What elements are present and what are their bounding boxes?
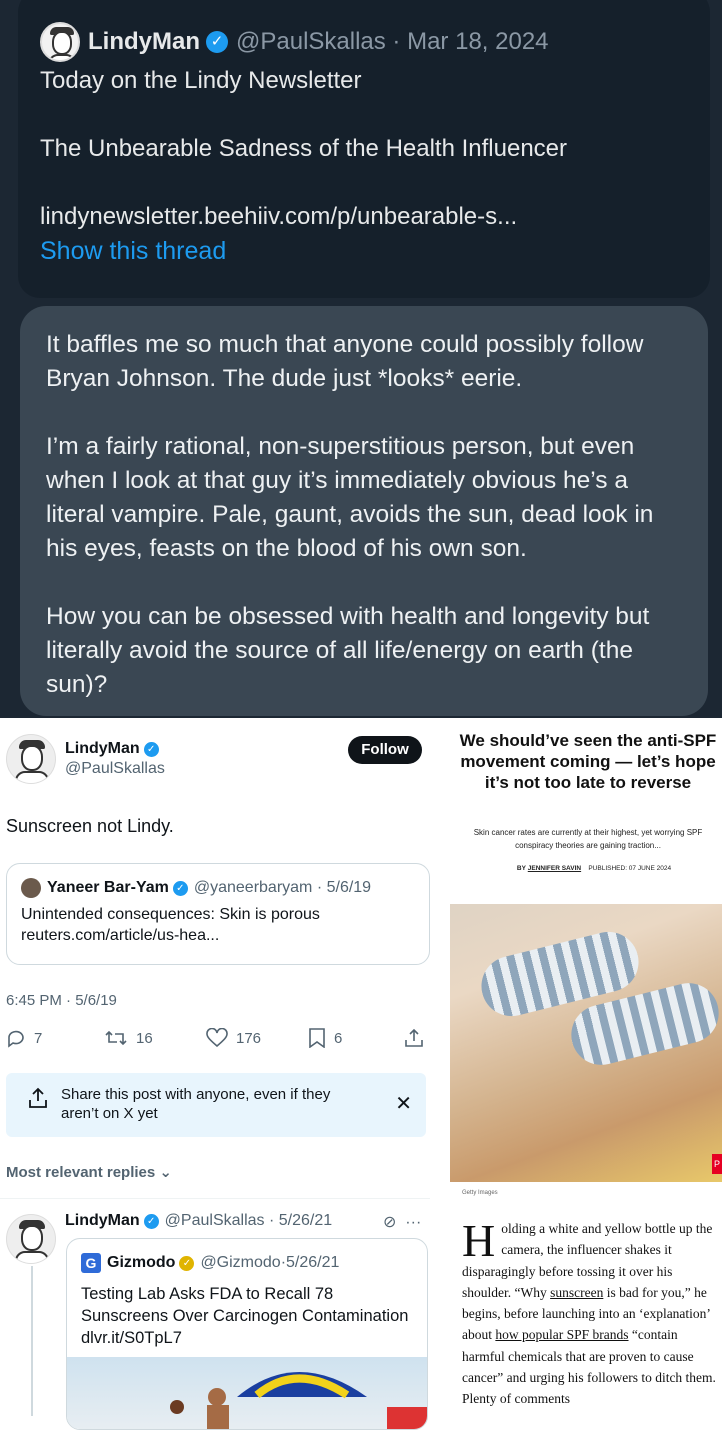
share-prompt-text: Share this post with anyone, even if the…	[61, 1086, 331, 1122]
beach-umbrella-image	[170, 1372, 427, 1429]
tweet-panel: LindyMan ✓ @PaulSkallas Follow Sunscreen …	[0, 718, 430, 1430]
bookmark-button[interactable]: 6	[308, 1028, 342, 1048]
tweet-header: LindyMan ✓ @PaulSkallas · Mar 18, 2024	[40, 20, 688, 64]
tweet-timestamp[interactable]: 6:45 PM · 5/6/19	[6, 992, 117, 1009]
author-link[interactable]: JENNIFER SAVIN	[528, 865, 581, 872]
quote-handle: @Gizmodo	[200, 1254, 281, 1271]
verified-badge-icon: ✓	[143, 742, 159, 757]
bookmark-icon	[309, 1028, 325, 1048]
author-name[interactable]: LindyMan	[88, 28, 200, 56]
published-date: PUBLISHED: 07 JUNE 2024	[588, 865, 672, 872]
author-handle[interactable]: @PaulSkallas	[236, 28, 386, 56]
quote-header: Yaneer Bar-Yam ✓ @yaneerbaryam · 5/6/19	[21, 878, 415, 898]
gizmodo-logo-icon: G	[81, 1253, 101, 1273]
verified-badge-icon: ✓	[143, 1214, 159, 1229]
article-photo: P	[450, 904, 722, 1182]
like-button[interactable]: 176	[206, 1028, 261, 1048]
avatar[interactable]	[6, 734, 56, 784]
quote-image[interactable]	[67, 1357, 427, 1429]
reply-handle[interactable]: @PaulSkallas	[165, 1212, 265, 1229]
dark-screenshot-panel: LindyMan ✓ @PaulSkallas · Mar 18, 2024 T…	[0, 0, 722, 718]
tweet-line: Today on the Lindy Newsletter	[40, 67, 362, 94]
quote-author-name: Yaneer Bar-Yam	[47, 879, 169, 896]
dot-separator: ·	[312, 879, 327, 896]
sunscreen-link[interactable]: sunscreen	[550, 1285, 603, 1300]
like-count: 176	[236, 1029, 262, 1047]
article-body: Holding a white and yellow bottle up the…	[462, 1218, 722, 1410]
retweet-icon	[105, 1030, 127, 1046]
reply-date[interactable]: 5/26/21	[279, 1212, 332, 1229]
verified-badge-icon: ✓	[179, 1255, 195, 1271]
byline-by: BY	[516, 865, 526, 872]
author-handle[interactable]: @PaulSkallas	[65, 760, 165, 778]
comment-paragraph: How you can be obsessed with health and …	[46, 603, 650, 698]
verified-badge-icon: ✓	[172, 880, 188, 896]
comment-paragraph: It baffles me so much that anyone could …	[46, 331, 644, 392]
pinterest-icon[interactable]: P	[712, 1154, 722, 1174]
tweet-link[interactable]: lindynewsletter.beehiiv.com/p/unbearable…	[40, 200, 688, 234]
reply-header: LindyMan ✓ @PaulSkallas · 5/26/21 ⊘ ···	[65, 1212, 421, 1231]
quote-handle: @yaneerbaryam	[193, 879, 313, 896]
thread-line	[31, 1266, 33, 1416]
retweet-count: 16	[136, 1029, 153, 1047]
article-panel: We should’ve seen the anti-SPF movement …	[430, 718, 722, 1429]
reply-count: 7	[34, 1029, 43, 1047]
quote-text: Testing Lab Asks FDA to Recall 78 Sunscr…	[81, 1285, 409, 1347]
photo-credit: Getty Images	[462, 1190, 498, 1196]
share-icon	[405, 1028, 423, 1047]
action-bar: 7 16 176 6	[6, 1028, 426, 1052]
more-icon[interactable]: ···	[405, 1214, 421, 1231]
avatar[interactable]	[6, 1214, 56, 1264]
verified-badge-icon: ✓	[206, 31, 228, 53]
divider	[0, 1198, 430, 1199]
quote-date: 5/26/21	[286, 1254, 340, 1271]
quote-author-name: Gizmodo	[107, 1254, 176, 1271]
spf-brands-link[interactable]: how popular SPF brands	[495, 1327, 628, 1342]
chevron-down-icon: ⌄	[159, 1164, 172, 1181]
drop-cap: H	[462, 1215, 496, 1266]
share-icon	[29, 1087, 47, 1108]
author-name[interactable]: LindyMan	[65, 740, 140, 757]
retweet-button[interactable]: 16	[104, 1028, 153, 1048]
quote-date: 5/6/19	[326, 879, 372, 896]
comment-bubble: It baffles me so much that anyone could …	[20, 306, 708, 716]
dot-separator: ·	[385, 28, 408, 55]
quoted-tweet[interactable]: Yaneer Bar-Yam ✓ @yaneerbaryam · 5/6/19 …	[6, 863, 430, 965]
share-prompt[interactable]: Share this post with anyone, even if the…	[6, 1073, 426, 1137]
avatar[interactable]	[40, 22, 80, 62]
heart-icon	[206, 1028, 228, 1048]
author-name-row: LindyMan ✓	[65, 740, 159, 758]
bookmark-count: 6	[334, 1029, 343, 1047]
close-icon[interactable]: ✕	[395, 1091, 412, 1116]
show-thread-link[interactable]: Show this thread	[40, 234, 688, 268]
article-dek: Skin cancer rates are currently at their…	[473, 828, 703, 850]
quote-header: G Gizmodo ✓ @Gizmodo · 5/26/21	[81, 1253, 339, 1273]
tweet-text: Sunscreen not Lindy.	[6, 816, 174, 836]
comment-paragraph: I’m a fairly rational, non-superstitious…	[46, 433, 654, 562]
tweet-line: The Unbearable Sadness of the Health Inf…	[40, 135, 568, 162]
reply-icons: ⊘ ···	[383, 1212, 421, 1232]
quoted-tweet-card[interactable]: LindyMan ✓ @PaulSkallas · Mar 18, 2024 T…	[18, 0, 710, 298]
quoted-tweet[interactable]: G Gizmodo ✓ @Gizmodo · 5/26/21 Testing L…	[66, 1238, 428, 1430]
follow-button[interactable]: Follow	[348, 736, 422, 764]
reply-button[interactable]: 7	[6, 1028, 42, 1048]
article-headline: We should’ve seen the anti-SPF movement …	[459, 731, 717, 792]
quote-link[interactable]: reuters.com/article/us-hea...	[21, 925, 415, 946]
dot-separator: ·	[264, 1212, 279, 1229]
reply-author-name[interactable]: LindyMan	[65, 1212, 140, 1229]
tweet-date[interactable]: Mar 18, 2024	[407, 28, 548, 56]
avatar	[21, 878, 41, 898]
grok-icon[interactable]: ⊘	[383, 1214, 396, 1231]
replies-sort-dropdown[interactable]: Most relevant replies ⌄	[6, 1163, 172, 1181]
reply-icon	[8, 1030, 24, 1048]
replies-sort-label: Most relevant replies	[6, 1164, 156, 1181]
quote-text: Unintended consequences: Skin is porous	[21, 906, 320, 923]
article-byline: BY JENNIFER SAVIN PUBLISHED: 07 JUNE 202…	[460, 865, 722, 872]
share-button[interactable]	[404, 1028, 424, 1048]
